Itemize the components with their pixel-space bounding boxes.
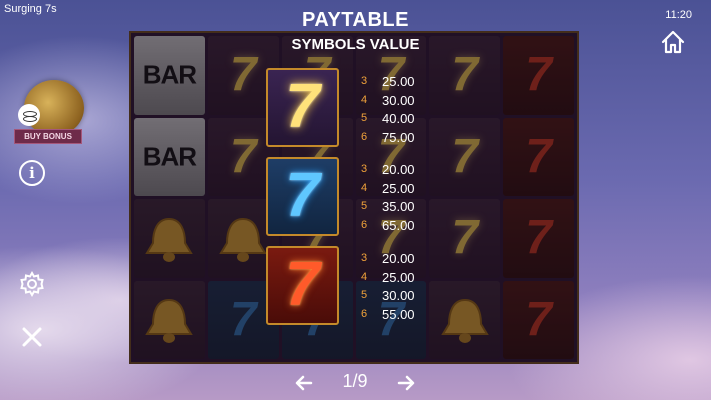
paytable-pagination: 1/9 — [0, 371, 711, 395]
payout-value: 30.00 — [382, 92, 415, 108]
symbol-glyph: 7 — [285, 71, 320, 141]
info-icon[interactable]: i — [19, 160, 45, 186]
payout-value: 25.00 — [382, 269, 415, 285]
pay-row: 5 35.00 — [358, 198, 438, 217]
pay-group-gold: 3 25.00 4 30.00 5 40.00 6 75.00 — [358, 73, 438, 147]
symbol-glyph: 7 — [285, 160, 320, 230]
symbol-count: 6 — [361, 218, 368, 231]
payout-value: 25.00 — [382, 180, 415, 196]
symbol-count: 4 — [361, 270, 368, 283]
payout-value: 55.00 — [382, 306, 415, 322]
symbol-count: 5 — [361, 200, 368, 212]
symbol-count: 5 — [361, 289, 368, 301]
red-seven-icon: 7 — [266, 246, 339, 325]
pay-group-blue: 3 20.00 4 25.00 5 35.00 6 65.00 — [358, 161, 438, 235]
pay-row: 5 40.00 — [358, 110, 438, 129]
pay-row: 6 75.00 — [358, 129, 438, 148]
symbol-count: 5 — [361, 112, 368, 124]
payout-value: 30.00 — [382, 288, 415, 303]
payout-value: 20.00 — [382, 162, 415, 177]
pay-row: 3 20.00 — [358, 161, 438, 180]
page-indicator: 1/9 — [342, 371, 368, 391]
arrow-right-icon[interactable] — [396, 373, 416, 393]
pay-row: 4 25.00 — [358, 180, 438, 199]
symbol-count: 4 — [361, 181, 368, 194]
payout-value: 25.00 — [382, 74, 415, 89]
payout-value: 20.00 — [382, 251, 415, 266]
pay-row: 3 25.00 — [358, 73, 438, 92]
blue-seven-icon: 7 — [266, 157, 339, 236]
buy-bonus-label: BUY BONUS — [14, 129, 82, 144]
arrow-left-icon[interactable] — [294, 373, 314, 393]
pay-row: 4 25.00 — [358, 269, 438, 288]
symbol-count: 3 — [361, 75, 368, 87]
close-icon[interactable] — [20, 325, 44, 349]
paytable-title: PAYTABLE — [302, 9, 409, 31]
symbol-count: 6 — [361, 307, 368, 320]
coin-stack-icon — [18, 104, 40, 126]
symbol-count: 3 — [361, 163, 368, 175]
buy-bonus-button[interactable]: BUY BONUS — [14, 80, 84, 148]
pay-row: 3 20.00 — [358, 250, 438, 269]
pay-row: 6 65.00 — [358, 217, 438, 236]
payout-value: 75.00 — [382, 129, 415, 145]
payout-value: 65.00 — [382, 217, 415, 233]
paytable-subtitle: SYMBOLS VALUE — [291, 36, 420, 53]
symbol-glyph: 7 — [285, 249, 320, 319]
payout-value: 40.00 — [382, 111, 415, 126]
reel-dim-overlay — [129, 31, 579, 364]
pay-row: 5 30.00 — [358, 287, 438, 306]
symbol-count: 4 — [361, 93, 368, 106]
pay-group-red: 3 20.00 4 25.00 5 30.00 6 55.00 — [358, 250, 438, 324]
gear-icon[interactable] — [18, 270, 46, 298]
symbol-count: 6 — [361, 130, 368, 143]
pay-row: 6 55.00 — [358, 306, 438, 325]
symbol-count: 3 — [361, 252, 368, 264]
gold-seven-icon: 7 — [266, 68, 339, 147]
home-icon[interactable] — [660, 29, 686, 55]
pay-row: 4 30.00 — [358, 92, 438, 111]
payout-value: 35.00 — [382, 199, 415, 214]
